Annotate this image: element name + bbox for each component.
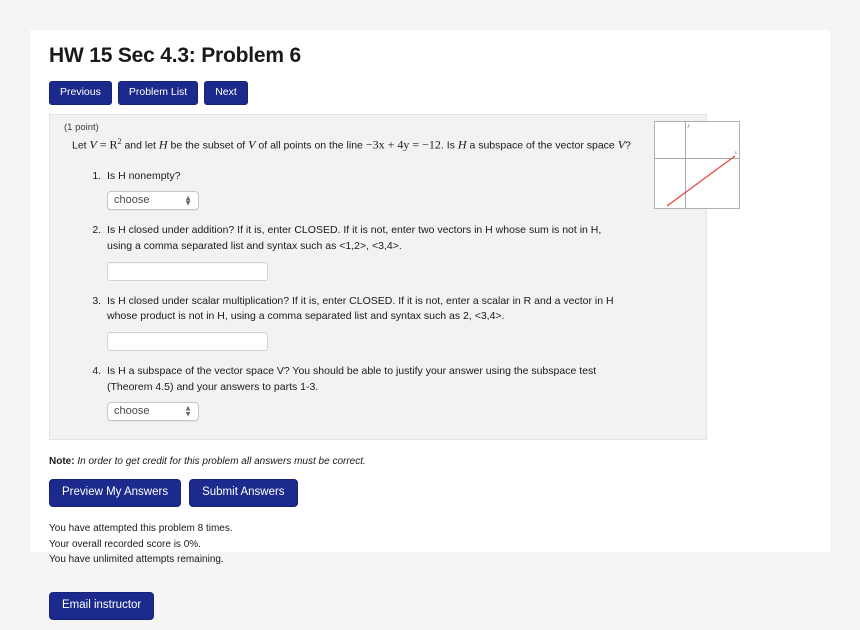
problem-statement: Let V = R2 and let H be the subset of V … [72,136,692,154]
previous-button[interactable]: Previous [49,81,112,105]
part-1-text: Is H nonempty? [107,170,181,183]
stem-let: Let [72,139,87,151]
part-1-select[interactable]: choose [107,191,199,211]
stem-be-subset: be the subset of [170,139,246,151]
status-remaining: You have unlimited attempts remaining. [49,554,224,566]
page-title: HW 15 Sec 4.3: Problem 6 [49,44,301,67]
stem-h: H [158,137,168,151]
stem-and-let: and let [124,139,156,151]
part-2-text: Is H closed under addition? If it is, en… [107,224,602,252]
answer-actions: Preview My Answers Submit Answers [49,478,820,508]
stem-equals: = [99,137,107,151]
stem-v: V [89,137,97,151]
problem-navigation: Previous Problem List Next [49,81,820,105]
part-4: Is H a subspace of the vector space V? Y… [104,364,692,421]
stem-question: ? [625,139,631,151]
stem-of-all-points: of all points on the line [258,139,363,151]
stem-reals: R [109,137,118,151]
email-actions: Email instructor [49,591,820,621]
part-3-text: Is H closed under scalar multiplication?… [107,294,614,323]
stem-equation: −3x + 4y = −12 [365,137,441,151]
email-instructor-button[interactable]: Email instructor [49,591,155,621]
part-2: Is H closed under addition? If it is, en… [104,223,692,281]
problem-parts-list: Is H nonempty? choose ▲▼ Is H closed und… [64,169,692,421]
part-3-answer-input[interactable] [107,332,268,352]
attempt-status: You have attempted this problem 8 times.… [49,521,820,568]
part-2-answer-input[interactable] [107,261,268,281]
stem-is: Is [446,139,455,151]
stem-v3: V [617,137,626,151]
part-1-select-wrapper: choose ▲ ▼ [107,185,199,211]
preview-answers-button[interactable]: Preview My Answers [49,478,182,508]
note-text: Note: In order to get credit for this pr… [49,456,820,467]
part-1: Is H nonempty? choose ▲▼ [104,169,692,211]
part-3: Is H closed under scalar multiplication?… [104,294,692,352]
next-button[interactable]: Next [204,81,248,105]
stem-a-subspace: a subspace of the vector space [469,139,615,151]
submit-answers-button[interactable]: Submit Answers [189,478,298,508]
note-body: In order to get credit for this problem … [77,455,366,467]
stem-h2: H [457,137,467,151]
part-4-select[interactable]: choose [107,401,199,421]
status-score: Your overall recorded score is 0%. [49,538,201,550]
problem-page-card: HW 15 Sec 4.3: Problem 6 Previous Proble… [30,30,830,621]
part-4-select-wrapper: choose ▲ ▼ [107,396,199,421]
stem-period: . [440,139,444,151]
note-label: Note: [49,455,75,467]
problem-list-button[interactable]: Problem List [117,81,199,105]
problem-graph: y x [654,120,740,209]
part-4-text: Is H a subspace of the vector space V? Y… [107,365,597,393]
status-attempts: You have attempted this problem 8 times. [49,523,233,535]
problem-panel: (1 point) Let V = R2 and let H be the su… [49,113,740,440]
stem-exponent: 2 [117,136,122,146]
points-label: (1 point) [64,121,99,133]
graph-line-plot [666,155,736,206]
stem-v2: V [248,137,256,151]
